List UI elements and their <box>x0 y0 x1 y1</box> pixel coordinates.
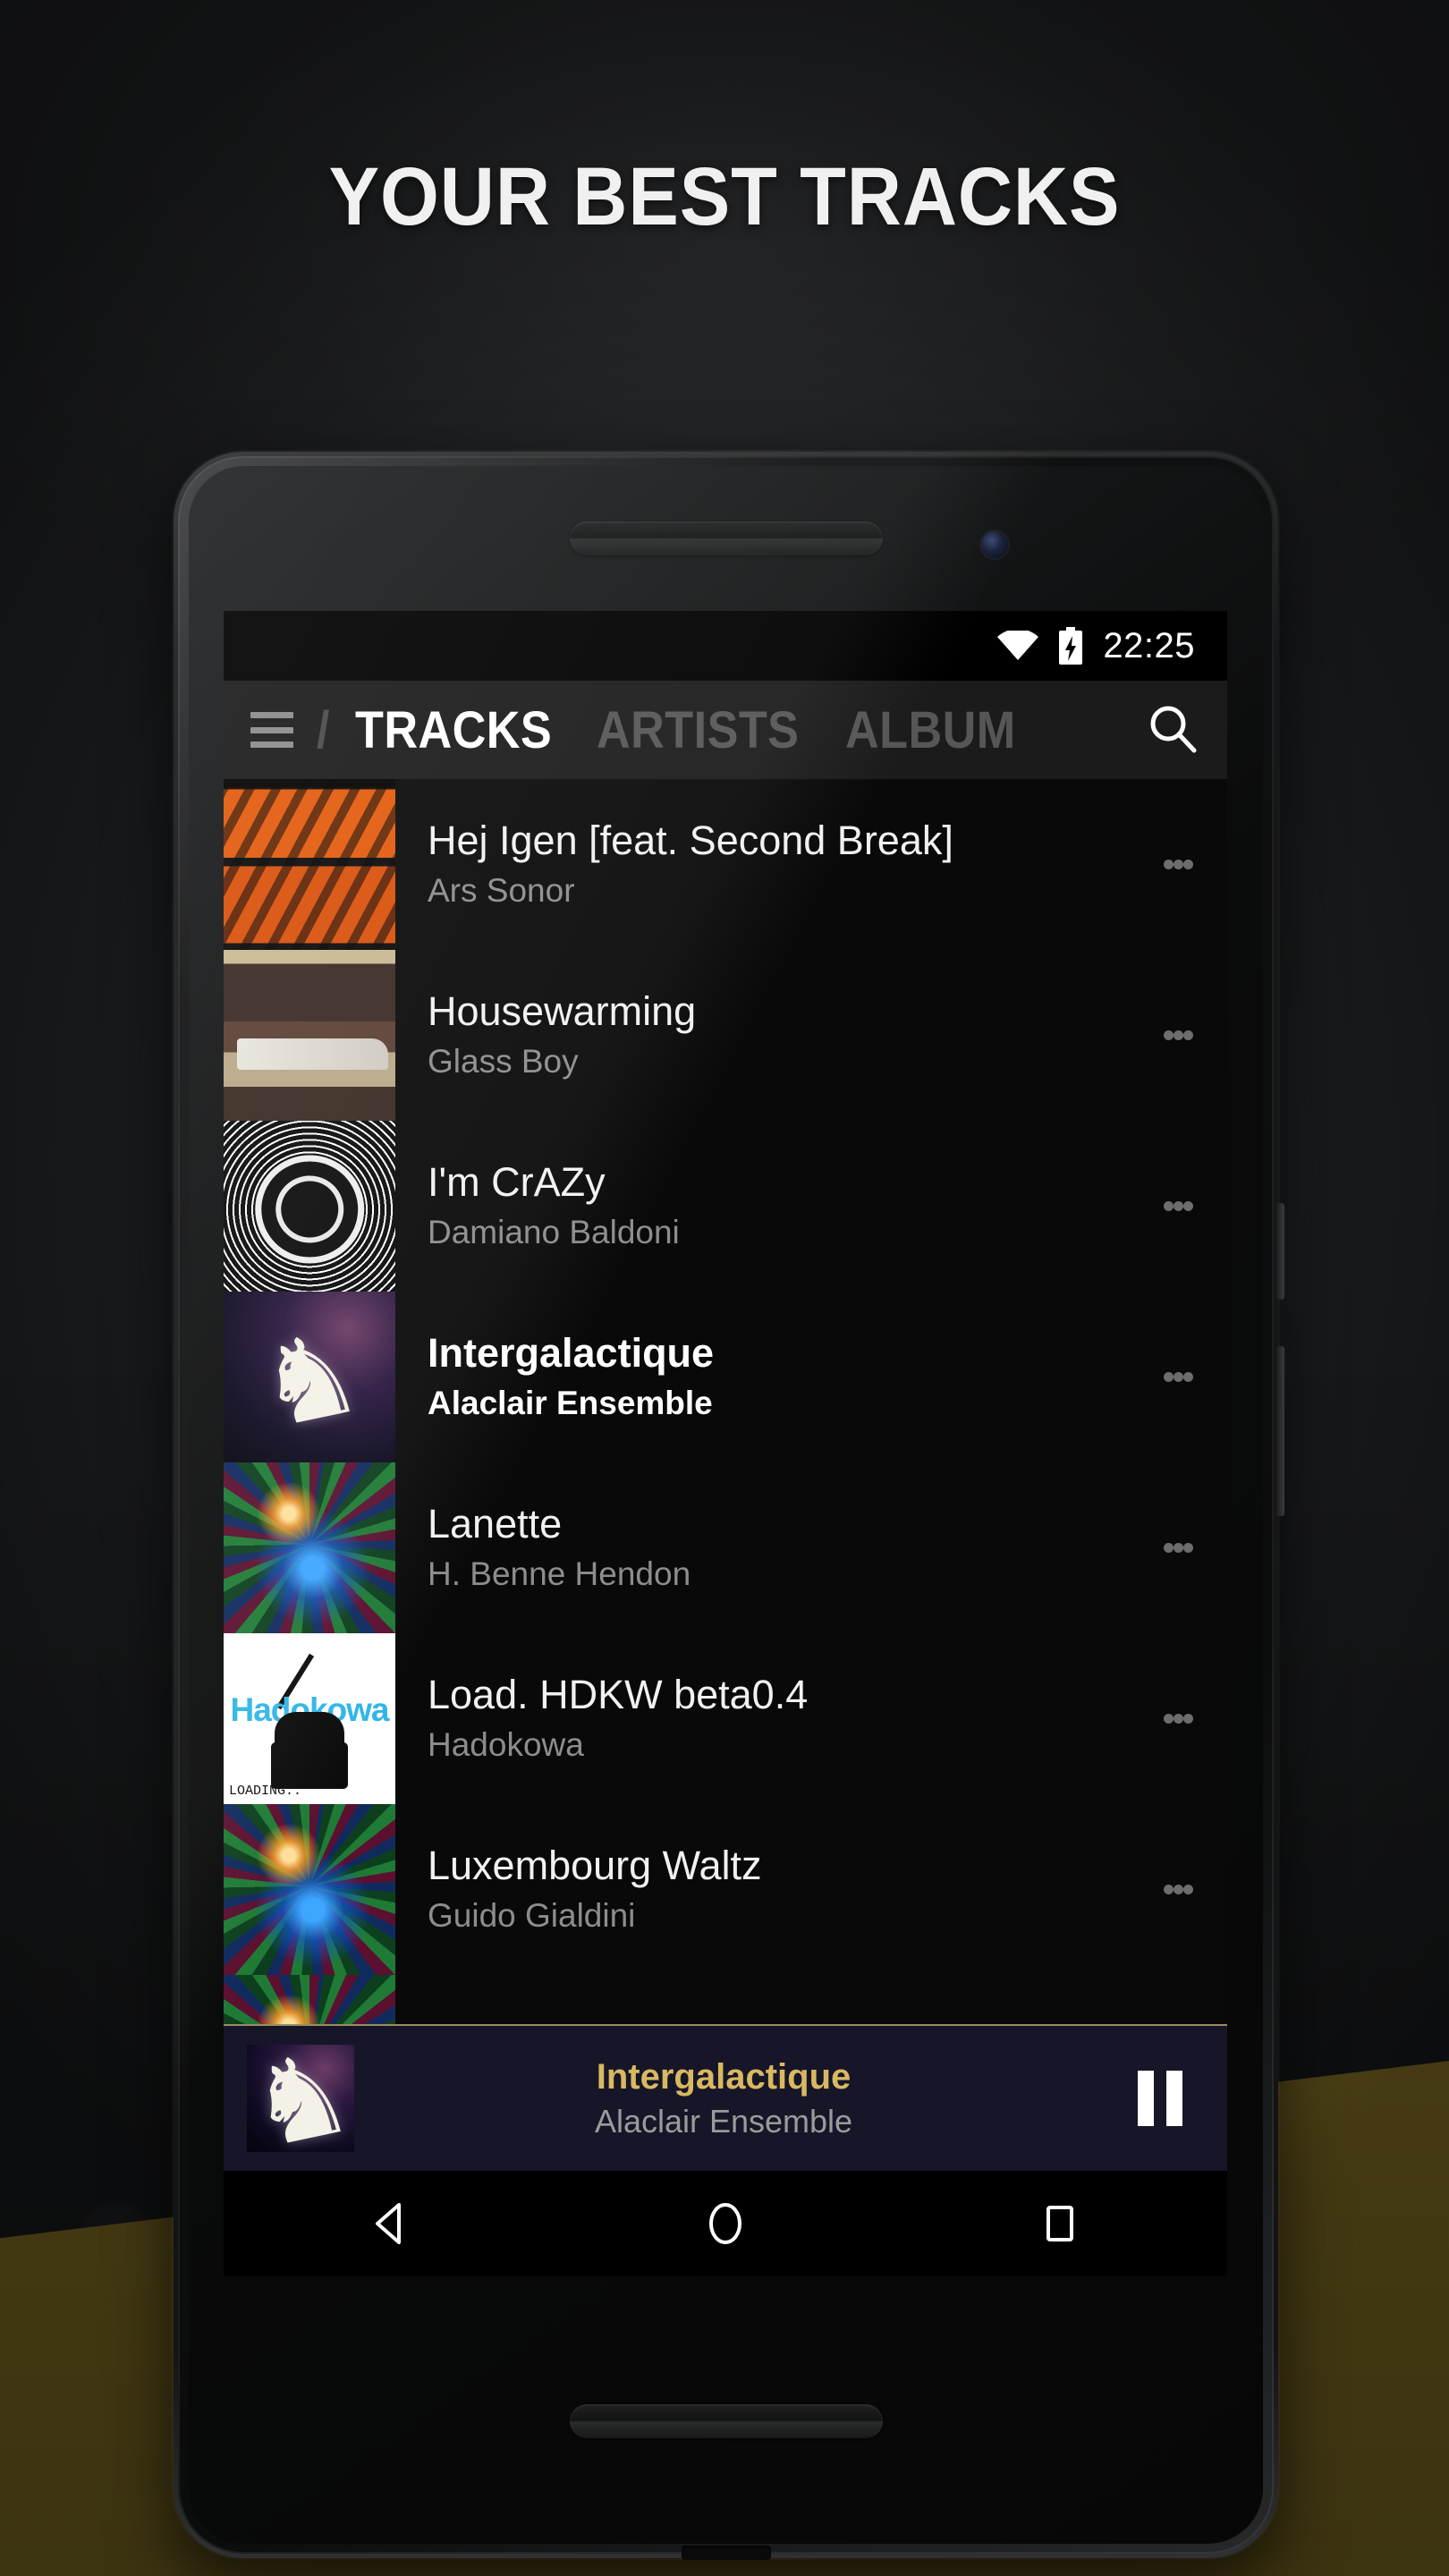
pause-icon[interactable] <box>1093 2071 1227 2126</box>
track-meta: Luxembourg Waltz Guido Gialdini <box>395 1804 1129 1975</box>
wifi-icon <box>997 631 1039 661</box>
now-playing-artist: Alaclair Ensemble <box>594 2102 853 2140</box>
poster-headline: YOUR BEST TRACKS <box>328 151 1121 242</box>
hamburger-menu-icon[interactable] <box>250 712 293 748</box>
track-meta: I'm CrAZy Damiano Baldoni <box>395 1121 1129 1292</box>
track-title: Luxembourg Waltz <box>428 1844 762 1888</box>
battery-charging-icon <box>1058 627 1083 665</box>
volume-button[interactable] <box>1276 1346 1284 1516</box>
power-button[interactable] <box>1276 1203 1284 1300</box>
overflow-menu-icon[interactable] <box>1129 1462 1227 1633</box>
track-list-item[interactable]: Hej Igen [feat. Second Break] Ars Sonor <box>224 779 1227 950</box>
earpiece-speaker-grille <box>569 521 883 555</box>
tab-bar: / TRACKS ARTISTS ALBUM <box>317 700 1132 760</box>
tab-previous-cutoff[interactable]: / <box>317 700 330 760</box>
now-playing-album-art <box>247 2045 354 2152</box>
status-bar: 22:25 <box>224 611 1227 681</box>
back-triangle-icon[interactable] <box>337 2199 445 2248</box>
recents-square-icon[interactable] <box>1006 2199 1114 2248</box>
album-art <box>224 1292 395 1462</box>
album-art-status: LOADING.. <box>229 1784 302 1799</box>
track-title: Hej Igen [feat. Second Break] <box>428 819 953 863</box>
track-list: Hej Igen [feat. Second Break] Ars Sonor … <box>224 779 1227 2146</box>
track-title: Intergalactique <box>428 1332 715 1376</box>
android-navigation-bar <box>224 2171 1227 2276</box>
album-art <box>224 950 395 1121</box>
overflow-menu-icon[interactable] <box>1129 1292 1227 1462</box>
track-meta: Intergalactique Alaclair Ensemble <box>395 1292 1129 1462</box>
track-artist: H. Benne Hendon <box>428 1555 691 1592</box>
album-art-keyboard-icon <box>271 1742 348 1790</box>
track-list-item[interactable]: Housewarming Glass Boy <box>224 950 1227 1121</box>
track-artist: Hadokowa <box>428 1725 584 1763</box>
now-playing-bar[interactable]: Intergalactique Alaclair Ensemble <box>224 2024 1227 2171</box>
now-playing-title: Intergalactique <box>596 2056 852 2097</box>
status-bar-clock: 22:25 <box>1103 625 1195 665</box>
track-list-item[interactable]: I'm CrAZy Damiano Baldoni <box>224 1121 1227 1292</box>
track-list-item[interactable]: Lanette H. Benne Hendon <box>224 1462 1227 1633</box>
album-art <box>224 1121 395 1292</box>
track-artist: Ars Sonor <box>428 871 575 909</box>
tab-tracks[interactable]: TRACKS <box>355 700 552 760</box>
track-artist: Alaclair Ensemble <box>428 1384 713 1421</box>
tab-artists[interactable]: ARTISTS <box>597 700 799 760</box>
track-meta: Housewarming Glass Boy <box>395 950 1129 1121</box>
track-list-item-playing[interactable]: Intergalactique Alaclair Ensemble <box>224 1292 1227 1462</box>
track-list-item[interactable]: Luxembourg Waltz Guido Gialdini <box>224 1804 1227 1975</box>
overflow-menu-icon[interactable] <box>1129 1121 1227 1292</box>
album-art <box>224 1804 395 1975</box>
album-art <box>224 779 395 950</box>
bottom-speaker-grille <box>569 2404 883 2438</box>
track-artist: Guido Gialdini <box>428 1896 636 1934</box>
track-meta: Hej Igen [feat. Second Break] Ars Sonor <box>395 779 1129 950</box>
track-title: I'm CrAZy <box>428 1161 606 1205</box>
track-artist: Damiano Baldoni <box>428 1213 680 1250</box>
track-artist: Glass Boy <box>428 1042 579 1080</box>
album-art <box>224 1462 395 1633</box>
tab-albums[interactable]: ALBUM <box>845 700 1016 760</box>
now-playing-info: Intergalactique Alaclair Ensemble <box>354 2057 1093 2140</box>
app-bar: / TRACKS ARTISTS ALBUM <box>224 681 1227 779</box>
track-meta: Load. HDKW beta0.4 Hadokowa <box>395 1633 1129 1804</box>
home-circle-icon[interactable] <box>672 2199 779 2248</box>
overflow-menu-icon[interactable] <box>1129 1804 1227 1975</box>
track-title: Load. HDKW beta0.4 <box>428 1674 809 1717</box>
track-list-item[interactable]: Hadokowa LOADING.. Load. HDKW beta0.4 Ha… <box>224 1633 1227 1804</box>
search-icon[interactable] <box>1145 700 1200 760</box>
album-art: Hadokowa LOADING.. <box>224 1633 395 1804</box>
phone-screen: 22:25 / TRACKS ARTISTS ALBUM Hej Igen [f… <box>224 611 1227 2276</box>
track-title: Lanette <box>428 1503 563 1546</box>
front-camera-icon <box>980 531 1008 558</box>
overflow-menu-icon[interactable] <box>1129 779 1227 950</box>
track-title: Housewarming <box>428 990 697 1034</box>
track-meta: Lanette H. Benne Hendon <box>395 1462 1129 1633</box>
overflow-menu-icon[interactable] <box>1129 1633 1227 1804</box>
usb-port <box>681 2546 771 2560</box>
overflow-menu-icon[interactable] <box>1129 950 1227 1121</box>
